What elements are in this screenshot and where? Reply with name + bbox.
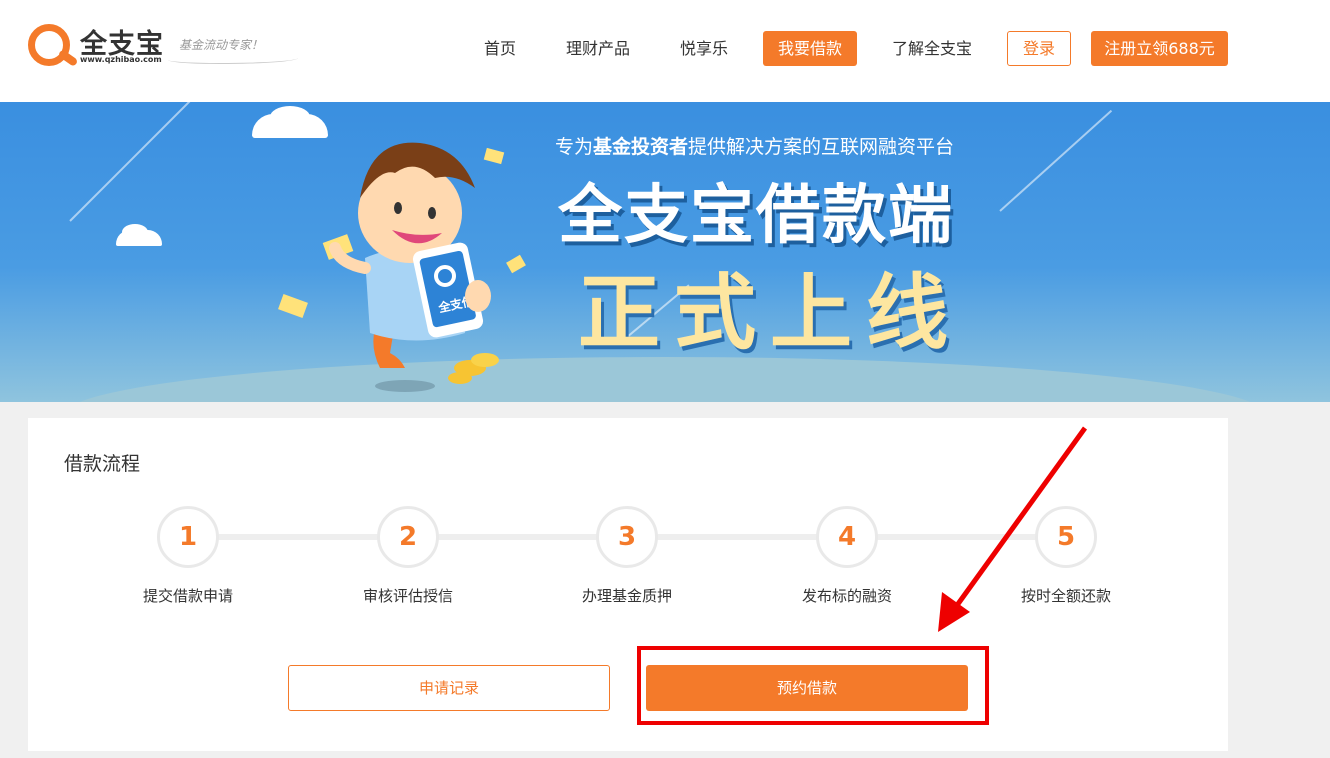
mascot-illustration: 全支借款: [278, 142, 526, 392]
banner-subtitle: 专为基金投资者提供解决方案的互联网融资平台: [555, 132, 954, 159]
register-button[interactable]: 注册立领688元: [1091, 31, 1228, 66]
nav-products[interactable]: 理财产品: [566, 31, 630, 66]
nav-enjoy[interactable]: 悦享乐: [680, 31, 728, 66]
light-streak: [69, 102, 191, 222]
step-2-label: 审核评估授信: [362, 587, 453, 605]
light-streak: [999, 109, 1113, 212]
nav-about[interactable]: 了解全支宝: [892, 31, 972, 66]
hero-banner[interactable]: 全支借款 专为基金投资者提供解决方案的互联网融资平台 全支宝借款端 正式上线: [0, 102, 1330, 402]
panel-title: 借款流程: [64, 453, 141, 475]
application-records-button[interactable]: 申请记录: [288, 665, 610, 711]
step-1-label: 提交借款申请: [142, 587, 233, 605]
step-4-label: 发布标的融资: [801, 587, 892, 605]
annotation-highlight-box: [637, 646, 989, 725]
cloud-icon: [122, 224, 148, 240]
login-button[interactable]: 登录: [1007, 31, 1071, 66]
annotation-arrow: [938, 426, 1088, 632]
banner-subtitle-suffix: 提供解决方案的互联网融资平台: [688, 136, 955, 158]
banner-title: 全支宝借款端: [558, 179, 954, 253]
banner-subtitle-bold: 基金投资者: [593, 136, 689, 158]
site-header: 全支宝 www.qzhibao.com 基金流动专家！ 首页 理财产品 悦享乐 …: [0, 0, 1330, 102]
main-nav: 首页 理财产品 悦享乐 我要借款 了解全支宝 登录 注册立领688元: [0, 31, 1330, 66]
cloud-icon: [270, 106, 310, 128]
step-4-circle: 4: [816, 506, 878, 568]
banner-subtitle-prefix: 专为: [555, 136, 594, 158]
banner-title-launch: 正式上线: [578, 266, 963, 361]
step-3-label: 办理基金质押: [581, 587, 672, 605]
nav-home[interactable]: 首页: [484, 31, 516, 66]
nav-borrow[interactable]: 我要借款: [763, 31, 857, 66]
step-3-circle: 3: [596, 506, 658, 568]
step-1-circle: 1: [157, 506, 219, 568]
step-2-circle: 2: [377, 506, 439, 568]
